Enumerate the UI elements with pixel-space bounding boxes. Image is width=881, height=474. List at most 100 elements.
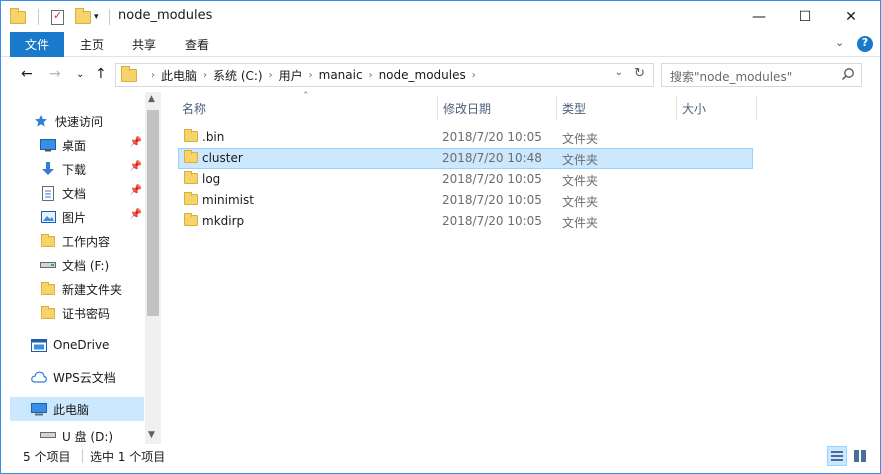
recent-locations-button[interactable]: ⌄	[76, 69, 84, 80]
sidebar-item-this-pc[interactable]: 此电脑	[10, 397, 144, 421]
breadcrumb-chevron-icon[interactable]: ›	[309, 70, 313, 81]
file-row[interactable]: .bin 2018/7/20 10:05 文件夹	[178, 127, 753, 148]
breadcrumb-chevron-icon[interactable]: ›	[151, 70, 155, 81]
item-count: 5 个项目	[23, 450, 71, 464]
tab-home[interactable]: 主页	[72, 32, 112, 57]
scroll-down-arrow-icon[interactable]: ▼	[148, 430, 155, 440]
scrollbar-thumb[interactable]	[147, 110, 159, 316]
tab-file[interactable]: 文件	[10, 32, 64, 57]
pin-icon[interactable]: 📌	[130, 209, 142, 220]
file-name: log	[202, 172, 221, 186]
folder-icon	[40, 233, 56, 248]
download-icon	[40, 161, 56, 176]
search-icon[interactable]	[841, 67, 855, 81]
sidebar-item-drive-f[interactable]: 文档 (F:)	[10, 253, 144, 277]
forward-button[interactable]: →	[49, 66, 61, 82]
sidebar-item-pictures[interactable]: 图片 📌	[10, 205, 144, 229]
sidebar-item-documents[interactable]: 文档 📌	[10, 181, 144, 205]
navigation-bar: ← → ⌄ ↑ › 此电脑 › 系统 (C:) › 用户 › manaic › …	[1, 58, 880, 92]
sidebar-item-quick-access[interactable]: 快速访问	[10, 109, 144, 133]
close-button[interactable]: ✕	[828, 1, 874, 32]
breadcrumb-chevron-icon[interactable]: ›	[203, 70, 207, 81]
scroll-up-arrow-icon[interactable]: ▲	[148, 94, 155, 104]
search-box[interactable]: 搜索"node_modules"	[661, 63, 862, 87]
address-bar[interactable]: › 此电脑 › 系统 (C:) › 用户 › manaic › node_mod…	[115, 63, 654, 87]
explorer-window: ▾ node_modules — ☐ ✕ 文件 主页 共享 查看 ⌄ ? ← →…	[0, 0, 881, 474]
quick-access-divider	[38, 9, 39, 25]
sidebar-item-label: 快速访问	[55, 114, 104, 129]
new-folder-icon[interactable]	[75, 7, 91, 26]
picture-icon	[40, 210, 56, 224]
title-bar: ▾ node_modules — ☐ ✕	[1, 1, 880, 32]
sidebar-item-desktop[interactable]: 桌面 📌	[10, 133, 144, 157]
pin-icon[interactable]: 📌	[130, 185, 142, 196]
sidebar-item-downloads[interactable]: 下载 📌	[10, 157, 144, 181]
file-row[interactable]: log 2018/7/20 10:05 文件夹	[178, 169, 753, 190]
sidebar-item-label: WPS云文档	[53, 370, 116, 385]
expand-ribbon-icon[interactable]: ⌄	[835, 36, 844, 49]
maximize-button[interactable]: ☐	[782, 1, 828, 32]
sidebar-item-label: 证书密码	[62, 306, 111, 321]
refresh-icon[interactable]: ↻	[634, 66, 645, 81]
tab-share[interactable]: 共享	[124, 32, 164, 57]
document-icon	[40, 185, 56, 201]
file-date: 2018/7/20 10:05	[442, 172, 542, 186]
address-dropdown-icon[interactable]: ⌄	[615, 67, 623, 78]
navigation-pane-scrollbar[interactable]: ▲ ▼	[145, 92, 161, 444]
up-button[interactable]: ↑	[95, 66, 107, 82]
usb-drive-icon	[40, 428, 56, 442]
sidebar-item-label: 图片	[62, 210, 87, 225]
computer-icon	[31, 402, 47, 416]
sidebar-item-label: 文档	[62, 186, 87, 201]
help-icon[interactable]: ?	[857, 36, 873, 52]
back-button[interactable]: ←	[21, 66, 33, 82]
column-header-name[interactable]: 名称	[182, 98, 206, 118]
breadcrumb-this-pc[interactable]: 此电脑	[161, 67, 197, 84]
file-row[interactable]: minimist 2018/7/20 10:05 文件夹	[178, 190, 753, 211]
sidebar-item-label: 工作内容	[62, 234, 111, 249]
column-divider[interactable]	[756, 96, 757, 120]
file-row[interactable]: mkdirp 2018/7/20 10:05 文件夹	[178, 211, 753, 232]
breadcrumb-chevron-icon[interactable]: ›	[472, 70, 476, 81]
pin-icon[interactable]: 📌	[130, 137, 142, 148]
pin-icon[interactable]: 📌	[130, 161, 142, 172]
column-header-type[interactable]: 类型	[562, 98, 586, 118]
sidebar-item-usb-d[interactable]: U 盘 (D:)	[10, 428, 144, 444]
file-type: 文件夹	[562, 195, 599, 209]
breadcrumb-manaic[interactable]: manaic	[319, 68, 363, 82]
sidebar-item-wps-cloud[interactable]: WPS云文档	[10, 365, 144, 389]
file-type: 文件夹	[562, 132, 599, 146]
status-divider	[82, 449, 83, 463]
breadcrumb-node-modules[interactable]: node_modules	[379, 68, 466, 82]
column-divider[interactable]	[437, 96, 438, 120]
column-divider[interactable]	[556, 96, 557, 120]
folder-icon	[184, 150, 198, 163]
column-divider[interactable]	[676, 96, 677, 120]
tab-view[interactable]: 查看	[177, 32, 217, 57]
search-input[interactable]: 搜索"node_modules"	[670, 68, 792, 85]
column-header-date[interactable]: 修改日期	[443, 98, 491, 118]
breadcrumb-users[interactable]: 用户	[279, 67, 303, 84]
customize-toolbar-icon[interactable]: ▾	[94, 8, 99, 26]
breadcrumb-chevron-icon[interactable]: ›	[369, 70, 373, 81]
file-name: mkdirp	[202, 214, 245, 228]
file-row-selected[interactable]: cluster 2018/7/20 10:48 文件夹	[178, 148, 753, 169]
large-icons-view-button[interactable]	[850, 446, 870, 466]
sidebar-item-label: 新建文件夹	[62, 282, 123, 297]
large-icons-view-icon	[854, 450, 866, 462]
minimize-button[interactable]: —	[736, 1, 782, 32]
details-view-button[interactable]	[827, 446, 847, 466]
sidebar-item-label: 文档 (F:)	[62, 258, 110, 273]
properties-icon[interactable]	[51, 8, 64, 26]
breadcrumb-chevron-icon[interactable]: ›	[269, 70, 273, 81]
file-date: 2018/7/20 10:48	[442, 151, 542, 165]
file-name: .bin	[202, 130, 225, 144]
sidebar-item-work-content[interactable]: 工作内容	[10, 229, 144, 253]
folder-icon	[40, 305, 56, 320]
breadcrumb-system-c[interactable]: 系统 (C:)	[213, 67, 263, 84]
sidebar-item-cert-passwords[interactable]: 证书密码	[10, 301, 144, 325]
column-header-size[interactable]: 大小	[682, 98, 706, 118]
sidebar-item-new-folder[interactable]: 新建文件夹	[10, 277, 144, 301]
details-view-icon	[831, 451, 843, 461]
sidebar-item-onedrive[interactable]: OneDrive	[10, 333, 144, 357]
